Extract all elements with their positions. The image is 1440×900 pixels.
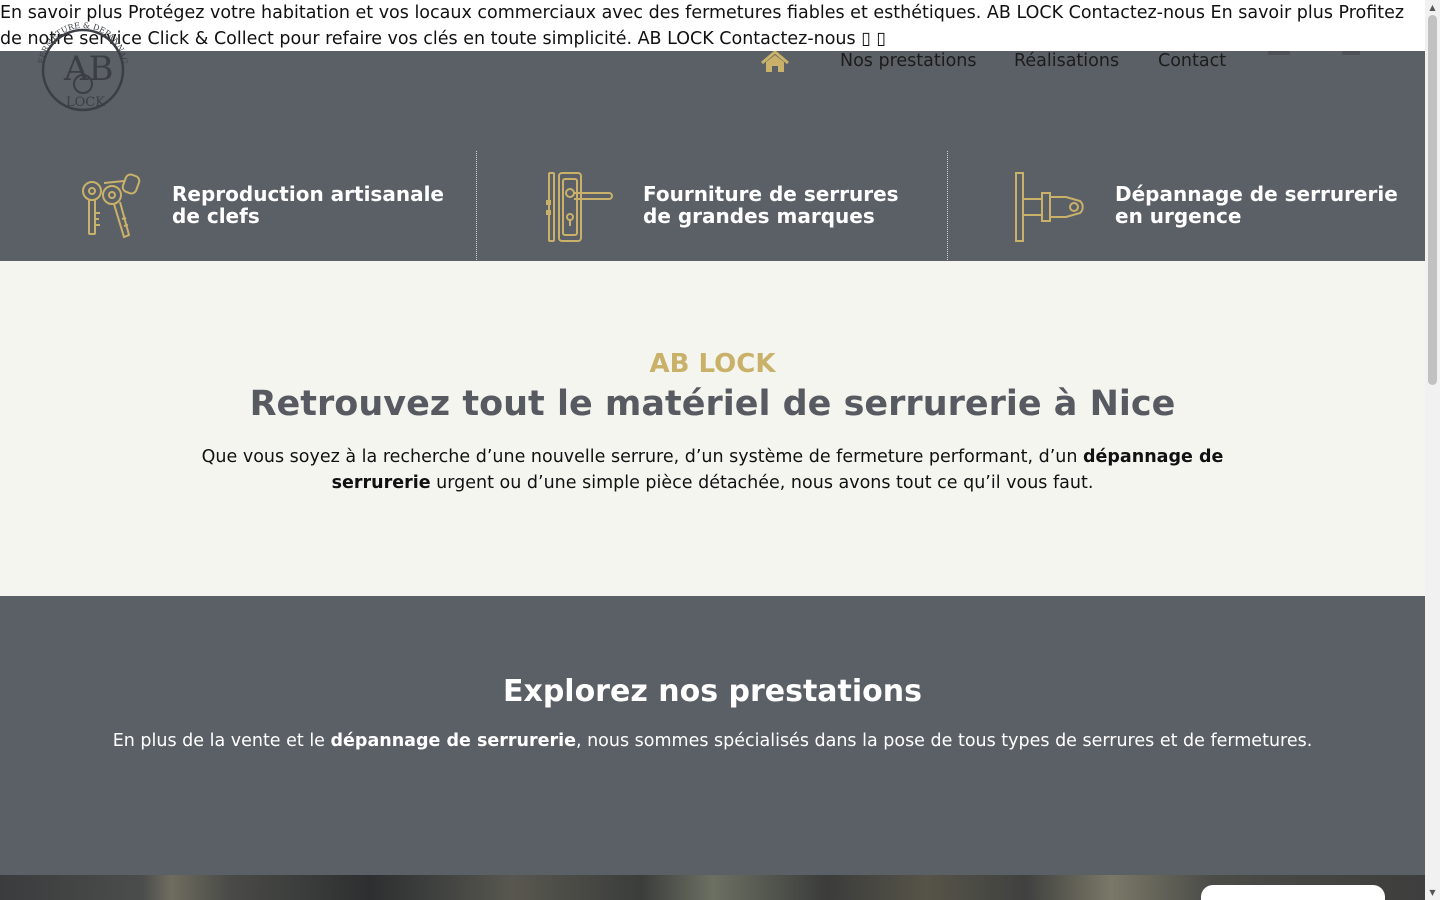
door-lock-icon xyxy=(545,171,617,243)
intro-text: Que vous soyez à la recherche d’une nouv… xyxy=(200,444,1225,496)
feature-row: Reproduction artisanale de clefs Fournit xyxy=(0,151,1425,262)
main-nav: Nos prestations Réalisations Contact xyxy=(0,50,1425,85)
feature-label: Fourniture de serrures de grandes marque… xyxy=(643,182,899,228)
nav-link-prestations[interactable]: Nos prestations xyxy=(840,51,977,71)
social-icon[interactable] xyxy=(1268,51,1290,55)
services-text-start: En plus de la vente et le xyxy=(112,731,331,751)
page: Reproduction artisanale de clefs Fournit xyxy=(0,0,1425,900)
floating-card[interactable] xyxy=(1201,885,1385,900)
social-icon[interactable] xyxy=(1342,51,1360,55)
intro-text-start: Que vous soyez à la recherche d’une nouv… xyxy=(201,447,1083,467)
logo-sub: LOCK xyxy=(66,95,105,110)
scroll-thumb[interactable] xyxy=(1428,15,1437,385)
services-photo xyxy=(0,875,1425,900)
page-scrollbar[interactable]: ▲ ▼ xyxy=(1425,0,1440,900)
home-icon[interactable] xyxy=(760,50,790,73)
services-text-bold: dépannage de serrurerie xyxy=(330,731,576,751)
logo-name: AB xyxy=(63,49,114,89)
feature-label: Reproduction artisanale de clefs xyxy=(172,182,444,228)
key-lock-icon xyxy=(1014,171,1086,243)
services-section: Explorez nos prestations En plus de la v… xyxy=(0,596,1425,875)
intro-eyebrow: AB LOCK xyxy=(649,349,776,379)
keys-icon xyxy=(72,171,144,243)
services-text: En plus de la vente et le dépannage de s… xyxy=(60,728,1365,754)
feature-serrures: Fourniture de serrures de grandes marque… xyxy=(477,151,947,262)
feature-reproduction: Reproduction artisanale de clefs xyxy=(0,151,476,262)
feature-depannage: Dépannage de serrurerie en urgence xyxy=(948,151,1425,262)
intro-title: Retrouvez tout le matériel de serrurerie… xyxy=(249,384,1176,424)
scroll-up-icon[interactable]: ▲ xyxy=(1425,0,1440,15)
services-title: Explorez nos prestations xyxy=(502,674,923,709)
site-logo[interactable]: FERMETURE & DEPANNAGE AB LOCK xyxy=(30,14,136,120)
nav-link-contact[interactable]: Contact xyxy=(1158,51,1226,71)
scroll-down-icon[interactable]: ▼ xyxy=(1425,885,1440,900)
nav-link-realisations[interactable]: Réalisations xyxy=(1014,51,1119,71)
slider-text[interactable]: En savoir plus Protégez votre habitation… xyxy=(0,0,1425,51)
intro-text-end: urgent ou d’une simple pièce détachée, n… xyxy=(430,473,1094,493)
services-text-end: , nous sommes spécialisés dans la pose d… xyxy=(575,731,1313,751)
intro-section: AB LOCK Retrouvez tout le matériel de se… xyxy=(0,261,1425,596)
feature-label: Dépannage de serrurerie en urgence xyxy=(1115,182,1398,228)
